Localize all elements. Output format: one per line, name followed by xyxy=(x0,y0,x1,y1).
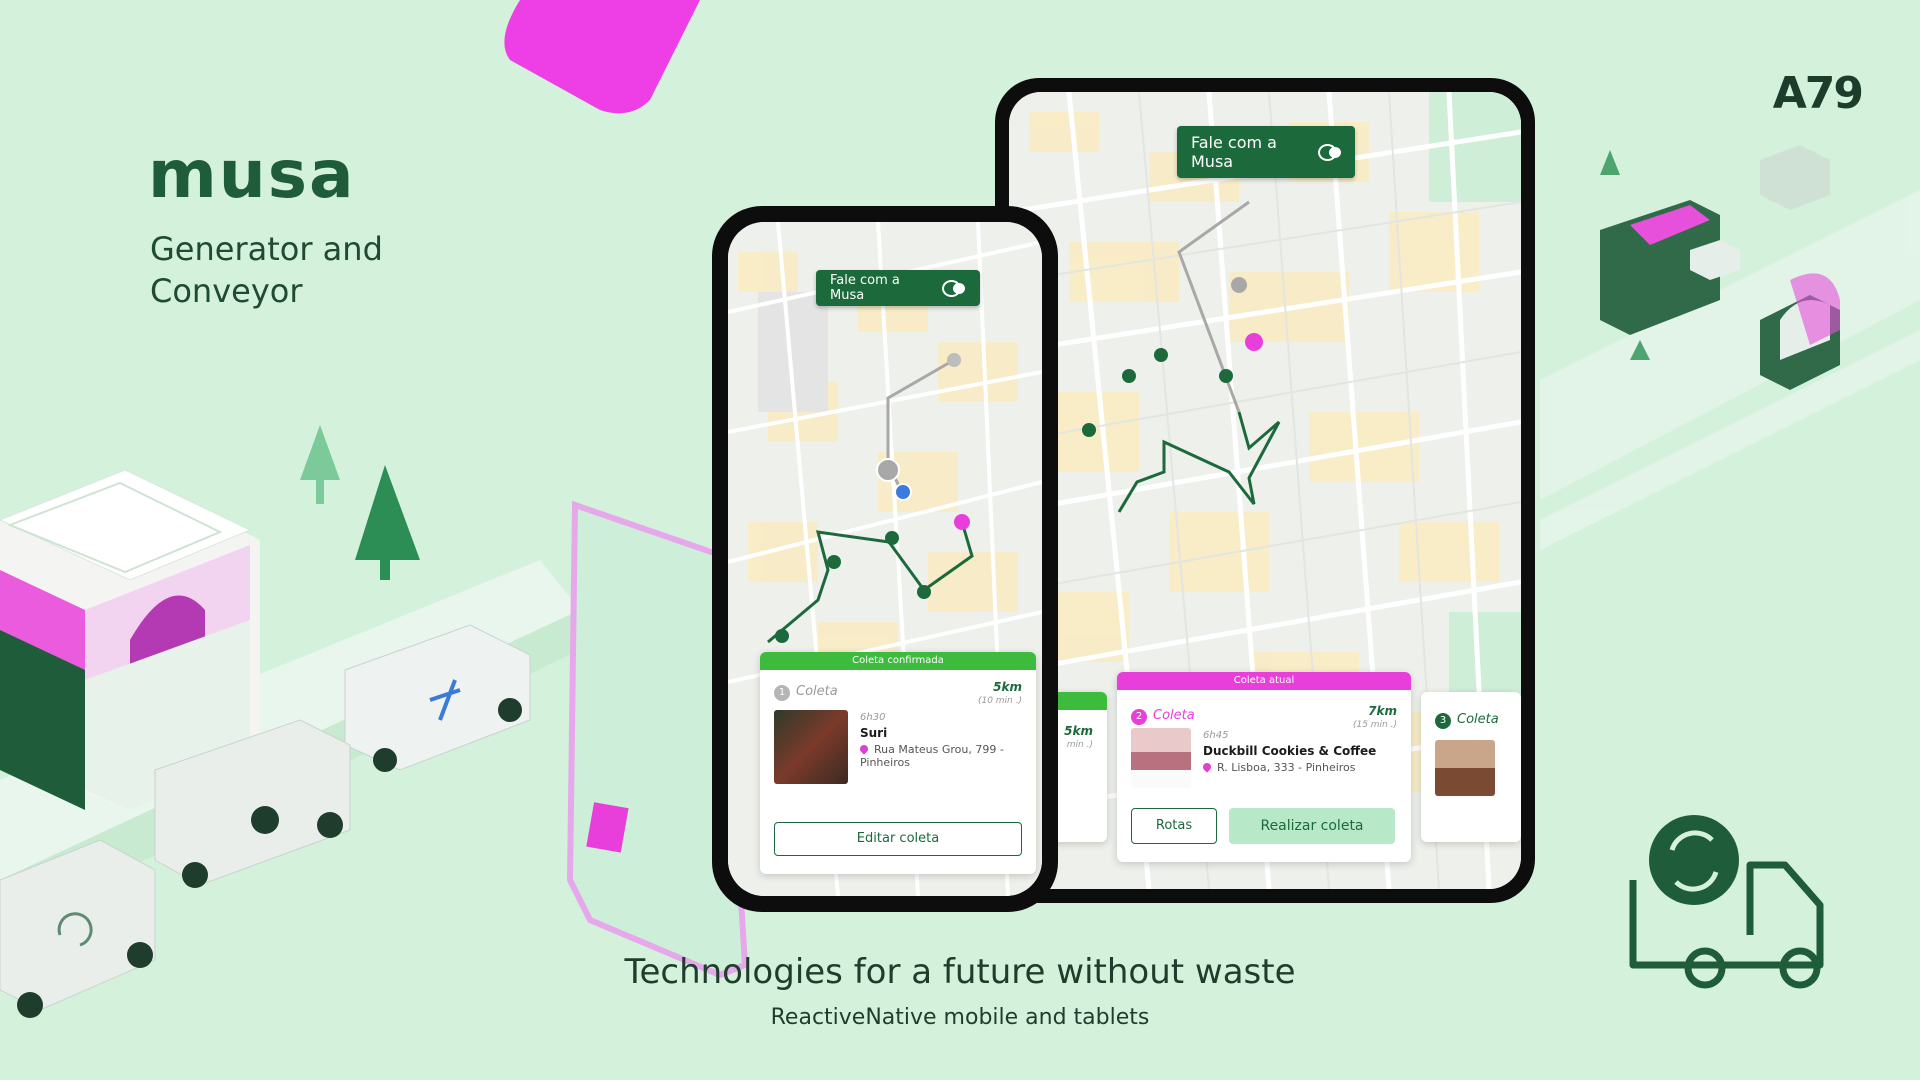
previous-stop-duration: min .) xyxy=(1066,740,1093,750)
next-stop-card[interactable]: 3 Coleta xyxy=(1421,692,1521,842)
next-place-photo xyxy=(1435,740,1495,796)
current-stop-status: Coleta atual xyxy=(1117,672,1411,690)
stop-time: 6h45 xyxy=(1203,730,1229,741)
stop-number-badge: 2 xyxy=(1131,709,1147,725)
brand-tagline: Generator and Conveyor xyxy=(150,230,383,310)
place-photo xyxy=(1131,728,1191,788)
stop-time: 6h30 xyxy=(860,712,886,723)
tablet-frame: Fale com a Musa 5km min .) Coleta atual … xyxy=(995,78,1535,903)
place-address: R. Lisboa, 333 - Pinheiros xyxy=(1217,761,1356,774)
pink-tile-decoration xyxy=(504,0,700,114)
stop-title: Coleta xyxy=(1153,708,1195,723)
routes-button[interactable]: Rotas xyxy=(1131,808,1217,844)
place-photo xyxy=(774,710,848,784)
next-stop-badge: 3 xyxy=(1435,713,1451,729)
chat-bubble-icon xyxy=(941,280,966,297)
place-name: Duckbill Cookies & Coffee xyxy=(1203,744,1377,758)
next-stop-title: Coleta xyxy=(1457,712,1499,727)
stop-number-badge: 1 xyxy=(774,685,790,701)
phone-screen: Fale com a Musa Coleta confirmada 1 Colet… xyxy=(728,222,1042,896)
phone-frame: Fale com a Musa Coleta confirmada 1 Colet… xyxy=(712,206,1058,912)
tablet-screen: Fale com a Musa 5km min .) Coleta atual … xyxy=(1009,92,1521,889)
previous-stop-distance: 5km xyxy=(1064,724,1093,738)
chat-button-label: Fale com a Musa xyxy=(1191,133,1277,171)
edit-collection-button[interactable]: Editar coleta xyxy=(774,822,1022,856)
tree-illustration xyxy=(300,425,340,480)
chat-button-label: Fale com a Musa xyxy=(830,273,900,303)
location-pin-icon xyxy=(1201,761,1213,773)
stop-distance: 7km xyxy=(1368,704,1397,718)
footer-subtitle: ReactiveNative mobile and tablets xyxy=(770,1005,1150,1030)
current-stop-card[interactable]: Coleta atual 2 Coleta 7km (15 min .) 6h45… xyxy=(1117,672,1411,862)
tablet-chat-button[interactable]: Fale com a Musa xyxy=(1177,126,1355,178)
place-name: Suri xyxy=(860,726,888,740)
confirmed-stop-status: Coleta confirmada xyxy=(760,652,1036,670)
stop-duration: (10 min .) xyxy=(977,696,1022,706)
agency-logo: A79 xyxy=(1772,68,1864,119)
chat-bubble-icon xyxy=(1318,144,1341,161)
location-pin-icon xyxy=(858,743,870,755)
tree-illustration xyxy=(355,465,420,560)
footer-title: Technologies for a future without waste xyxy=(624,952,1296,992)
stop-duration: (15 min .) xyxy=(1352,720,1397,730)
place-address: Rua Mateus Grou, 799 - Pinheiros xyxy=(860,743,1004,769)
stop-title: Coleta xyxy=(796,684,838,699)
perform-collection-button[interactable]: Realizar coleta xyxy=(1229,808,1395,844)
stop-distance: 5km xyxy=(993,680,1022,694)
city-illustration xyxy=(1540,145,1920,550)
musa-logo: musa xyxy=(148,136,356,213)
confirmed-stop-card[interactable]: Coleta confirmada 1 Coleta 5km (10 min .)… xyxy=(760,652,1036,874)
phone-chat-button[interactable]: Fale com a Musa xyxy=(816,270,980,306)
